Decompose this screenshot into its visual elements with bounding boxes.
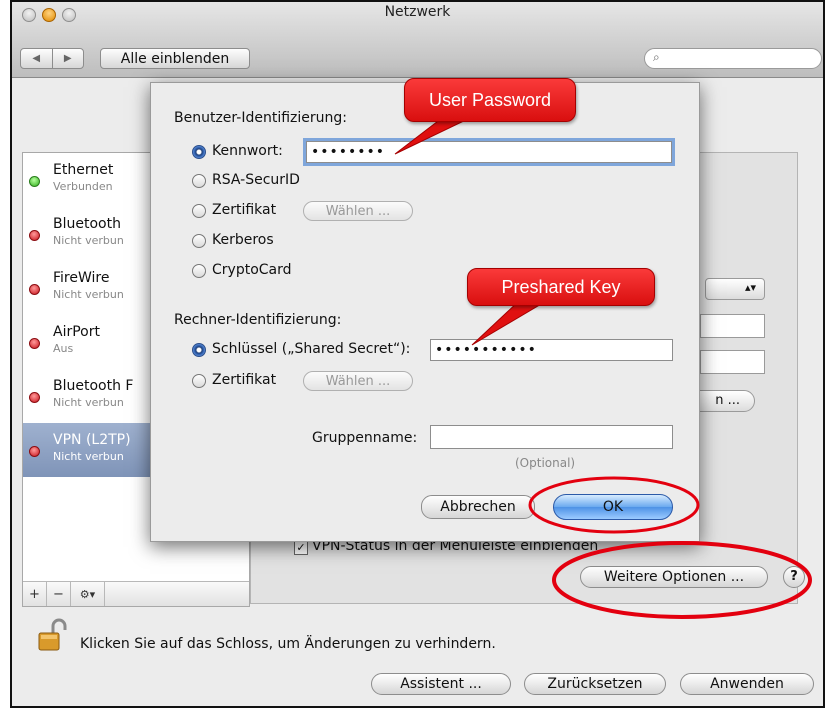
choose-certificate-button[interactable]: Wählen ... bbox=[303, 201, 413, 221]
service-status: Nicht verbun bbox=[53, 396, 124, 409]
certificate-option-label: Zertifikat bbox=[212, 202, 277, 218]
radio-certificate[interactable] bbox=[192, 204, 206, 218]
radio-kerberos[interactable] bbox=[192, 234, 206, 248]
service-status: Nicht verbun bbox=[53, 288, 124, 301]
revert-button[interactable]: Zurücksetzen bbox=[524, 673, 666, 695]
title-bar: Netzwerk ◀ ▶ Alle einblenden ⌕ bbox=[12, 2, 823, 78]
kerberos-option-label: Kerberos bbox=[212, 232, 274, 248]
checkbox-checked-icon: ✓ bbox=[294, 541, 308, 555]
radio-shared-secret[interactable] bbox=[192, 343, 206, 357]
shared-secret-option-label: Schlüssel („Shared Secret“): bbox=[212, 341, 411, 357]
status-dot-icon bbox=[29, 392, 40, 403]
user-password-callout: User Password bbox=[404, 78, 576, 122]
status-dot-icon bbox=[29, 230, 40, 241]
popup-arrows-icon: ▴▾ bbox=[744, 281, 756, 294]
status-dot-icon bbox=[29, 284, 40, 295]
password-option-label: Kennwort: bbox=[212, 143, 283, 159]
service-name: Ethernet bbox=[53, 162, 114, 178]
status-dot-icon bbox=[29, 338, 40, 349]
back-arrow-icon[interactable]: ◀ bbox=[21, 49, 53, 68]
preshared-key-callout: Preshared Key bbox=[467, 268, 655, 306]
optional-hint: (Optional) bbox=[515, 456, 576, 470]
radio-password[interactable] bbox=[192, 145, 206, 159]
forward-arrow-icon[interactable]: ▶ bbox=[53, 49, 84, 68]
status-dot-icon bbox=[29, 446, 40, 457]
show-all-button[interactable]: Alle einblenden bbox=[100, 48, 250, 69]
machine-auth-heading: Rechner-Identifizierung: bbox=[174, 312, 342, 328]
choose-machine-certificate-button[interactable]: Wählen ... bbox=[303, 371, 413, 391]
service-name: Bluetooth bbox=[53, 216, 121, 232]
password-field[interactable]: •••••••• bbox=[306, 141, 672, 163]
window-title: Netzwerk bbox=[384, 4, 451, 20]
more-options-button[interactable]: Weitere Optionen ... bbox=[580, 566, 768, 588]
service-name: FireWire bbox=[53, 270, 110, 286]
help-button[interactable]: ? bbox=[783, 566, 805, 588]
rsa-securid-option-label: RSA-SecurID bbox=[212, 172, 300, 188]
remove-service-button[interactable]: − bbox=[47, 582, 71, 606]
status-dot-icon bbox=[29, 176, 40, 187]
lock-icon[interactable] bbox=[37, 618, 67, 652]
search-field[interactable]: ⌕ bbox=[644, 48, 822, 69]
back-forward-control: ◀ ▶ bbox=[20, 48, 84, 69]
service-name: AirPort bbox=[53, 324, 100, 340]
service-status: Aus bbox=[53, 342, 74, 355]
service-status: Verbunden bbox=[53, 180, 113, 193]
cryptocard-option-label: CryptoCard bbox=[212, 262, 292, 278]
shared-secret-field[interactable]: ••••••••••• bbox=[430, 339, 673, 361]
cancel-button[interactable]: Abbrechen bbox=[421, 495, 535, 519]
apply-button[interactable]: Anwenden bbox=[680, 673, 814, 695]
group-name-label: Gruppenname: bbox=[312, 430, 418, 446]
lock-hint-text: Klicken Sie auf das Schloss, um Änderung… bbox=[80, 636, 496, 652]
server-address-field[interactable] bbox=[700, 314, 765, 338]
service-name: VPN (L2TP) bbox=[53, 432, 131, 448]
ok-button[interactable]: OK bbox=[553, 494, 673, 520]
radio-rsa-securid[interactable] bbox=[192, 174, 206, 188]
service-status: Nicht verbun bbox=[53, 234, 124, 247]
search-icon: ⌕ bbox=[653, 50, 660, 64]
user-auth-heading: Benutzer-Identifizierung: bbox=[174, 110, 347, 126]
configuration-popup[interactable]: ▴▾ bbox=[705, 278, 765, 300]
service-name: Bluetooth F bbox=[53, 378, 134, 394]
radio-machine-certificate[interactable] bbox=[192, 374, 206, 388]
account-name-field[interactable] bbox=[700, 350, 765, 374]
radio-cryptocard[interactable] bbox=[192, 264, 206, 278]
service-status: Nicht verbun bbox=[53, 450, 124, 463]
service-list-toolbar: + − ⚙▾ bbox=[23, 581, 249, 606]
assistant-button[interactable]: Assistent ... bbox=[371, 673, 511, 695]
group-name-field[interactable] bbox=[430, 425, 673, 449]
add-service-button[interactable]: + bbox=[23, 582, 47, 606]
gear-icon[interactable]: ⚙▾ bbox=[71, 582, 105, 606]
machine-certificate-option-label: Zertifikat bbox=[212, 372, 277, 388]
